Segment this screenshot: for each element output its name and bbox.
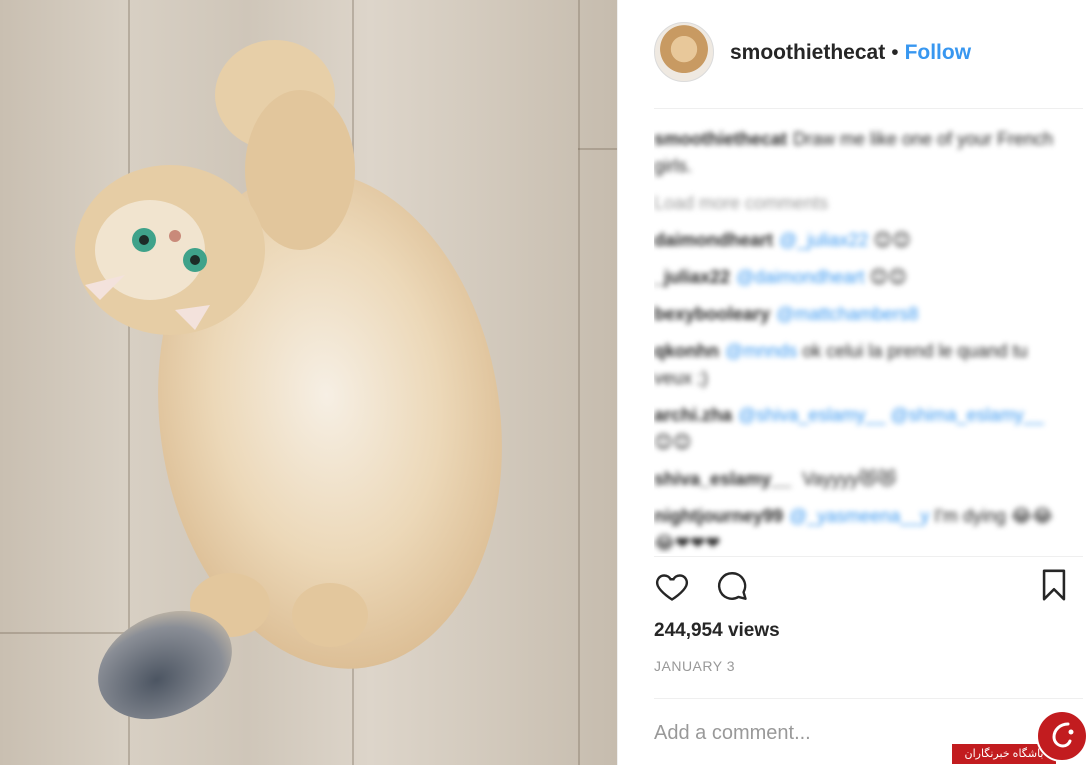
username-link[interactable]: smoothiethecat (730, 41, 885, 64)
view-count[interactable]: 244,954 views (654, 620, 780, 642)
add-comment-input[interactable]: Add a comment... (654, 718, 954, 748)
list-item: _juliax22 @daimondheart 😊😊 (654, 264, 1064, 291)
header-line: smoothiethecat • Follow (730, 40, 971, 66)
comments-divider (654, 556, 1083, 557)
avatar[interactable] (654, 22, 714, 82)
heart-icon[interactable] (654, 568, 690, 609)
comment-bubble-icon[interactable] (714, 568, 750, 609)
bookmark-icon[interactable] (1039, 568, 1069, 607)
comment-username[interactable]: nightjourney99 (654, 506, 783, 526)
follow-button[interactable]: Follow (905, 41, 972, 64)
comment-mention[interactable]: @mnnds (725, 341, 797, 361)
comment-username[interactable]: _juliax22 (654, 267, 730, 287)
comment-mention[interactable]: @_yasmeena__y (789, 506, 929, 526)
comment-username[interactable]: archi.zha (654, 405, 732, 425)
comment-text: 😊😊 (869, 267, 907, 287)
load-more-comments-button[interactable]: Load more comments (654, 190, 1064, 217)
post-date: JANUARY 3 (654, 658, 736, 674)
post-photo[interactable] (0, 0, 617, 765)
comment-username[interactable]: bexybooleary (654, 304, 770, 324)
list-item: nightjourney99 @_yasmeena__y I'm dying 😂😂… (654, 503, 1064, 554)
comment-mention[interactable]: @shiva_eslamy__ @shima_eslamy__ (738, 405, 1044, 425)
watermark-logo: باشگاه خبرنگاران (952, 710, 1091, 765)
list-item: qkonhn @mnnds ok celui la prend le quand … (654, 338, 1064, 392)
comment-text: 😊😊 (654, 432, 692, 452)
comments-list[interactable]: smoothiethecat Draw me like one of your F… (654, 126, 1064, 554)
list-item: bexybooleary @mattchambers8 (654, 301, 1064, 328)
list-item: shiva_eslamy__ Vayyyy😻😻 (654, 466, 1064, 493)
separator-dot: • (891, 41, 899, 64)
comment-mention[interactable]: @mattchambers8 (776, 304, 918, 324)
watermark-emblem (1036, 710, 1088, 762)
post-header: smoothiethecat • Follow (618, 0, 1091, 108)
comment-text: Vayyyy😻😻 (802, 469, 897, 489)
post-sidebar: smoothiethecat • Follow smoothiethecat Draw… (617, 0, 1091, 765)
comment-mention[interactable]: @daimondheart (736, 267, 864, 287)
cat-illustration (75, 40, 502, 720)
comment-username[interactable]: qkonhn (654, 341, 719, 361)
caption-username[interactable]: smoothiethecat (654, 129, 787, 149)
comment-username[interactable]: shiva_eslamy__ (654, 469, 791, 489)
comment-text: 😊😊 (873, 230, 911, 250)
comment-username[interactable]: daimondheart (654, 230, 773, 250)
list-item: daimondheart @_juliax22 😊😊 (654, 227, 1064, 254)
caption: smoothiethecat Draw me like one of your F… (654, 126, 1064, 180)
list-item: archi.zha @shiva_eslamy__ @shima_eslamy__… (654, 402, 1064, 456)
header-divider (654, 108, 1083, 109)
comment-mention[interactable]: @_juliax22 (779, 230, 868, 250)
input-divider (654, 698, 1083, 699)
action-bar (654, 568, 1069, 608)
